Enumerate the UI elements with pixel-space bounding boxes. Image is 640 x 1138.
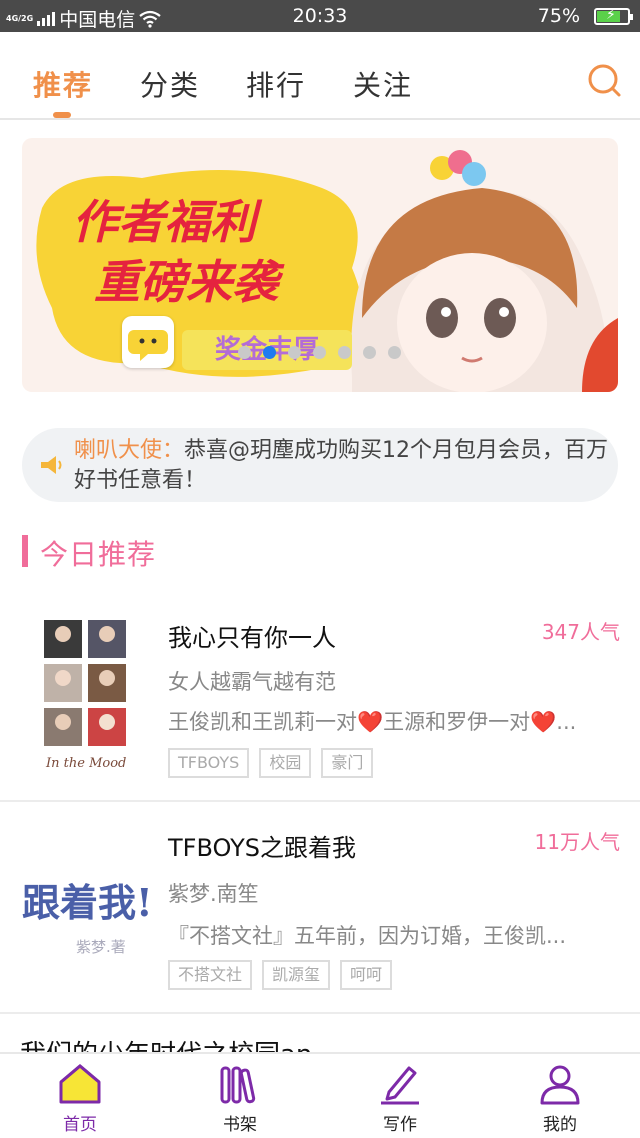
book-tags: 不搭文社 凯源玺 呵呵 xyxy=(168,960,393,990)
book-description: 『不搭文社』五年前，因为订婚，王俊凯... xyxy=(168,924,567,948)
cover-title: 跟着我! xyxy=(22,880,153,925)
carousel-dot[interactable] xyxy=(388,346,401,359)
app-logo-icon xyxy=(122,316,174,368)
book-author: 紫梦.南笙 xyxy=(168,882,259,906)
book-description: 王俊凯和王凯莉一对❤️王源和罗伊一对❤️... xyxy=(168,710,577,734)
announcement-text: 喇叭大使：恭喜@玥塵成功购买12个月包月会员，百万好书任意看！ xyxy=(74,436,610,496)
nav-home[interactable]: 首页 xyxy=(0,1054,160,1138)
book-card[interactable]: 跟着我! 紫梦.著 TFBOYS之跟着我 11万人气 紫梦.南笙 『不搭文社』五… xyxy=(0,804,640,1014)
megaphone-icon xyxy=(41,456,62,474)
book-cover-image: 跟着我! 紫梦.著 xyxy=(22,824,153,980)
home-icon xyxy=(59,1064,101,1104)
nav-label: 书架 xyxy=(223,1115,257,1135)
book-title: TFBOYS之跟着我 xyxy=(168,834,356,862)
carousel-dot[interactable] xyxy=(338,346,351,359)
book-cover-image xyxy=(44,620,126,746)
book-tags: TFBOYS 校园 豪门 xyxy=(168,748,374,778)
battery-percent: 75% xyxy=(537,5,580,27)
promo-banner[interactable]: 作者福利 重磅来袭 奖金丰厚 xyxy=(22,138,618,392)
book-title: 我心只有你一人 xyxy=(168,624,336,652)
book-tag[interactable]: TFBOYS xyxy=(168,748,250,778)
announcement-bar[interactable]: 喇叭大使：恭喜@玥塵成功购买12个月包月会员，百万好书任意看！ xyxy=(22,428,618,502)
status-bar: 4G/2G 中国电信 20:33 75% ⚡ xyxy=(0,0,640,32)
search-icon[interactable] xyxy=(586,62,624,100)
top-tab-bar: 推荐 分类 排行 关注 xyxy=(0,32,640,120)
book-tag[interactable]: 呵呵 xyxy=(340,960,393,990)
tab-ranking[interactable]: 排行 xyxy=(246,64,306,104)
charging-icon: ⚡ xyxy=(606,7,616,23)
nav-label: 首页 xyxy=(63,1115,97,1135)
bookshelf-icon xyxy=(220,1066,256,1104)
nav-label: 写作 xyxy=(383,1115,417,1135)
book-tag[interactable]: 校园 xyxy=(259,748,312,778)
battery-icon: ⚡ xyxy=(594,7,633,25)
book-popularity: 347人气 xyxy=(541,620,620,644)
book-card[interactable]: In the Mood 我心只有你一人 347人气 女人越霸气越有范 王俊凯和王… xyxy=(0,604,640,802)
section-accent-bar xyxy=(22,535,28,567)
book-author: 女人越霸气越有范 xyxy=(168,670,336,694)
nav-profile[interactable]: 我的 xyxy=(480,1054,640,1138)
carousel-dot[interactable] xyxy=(288,346,301,359)
pen-icon xyxy=(381,1066,419,1105)
carousel-dots[interactable] xyxy=(238,346,401,359)
cover-author: 紫梦.著 xyxy=(76,938,126,956)
book-tag[interactable]: 不搭文社 xyxy=(168,960,253,990)
banner-headline-1: 作者福利 xyxy=(72,195,256,249)
active-tab-indicator xyxy=(53,112,71,118)
carousel-dot[interactable] xyxy=(363,346,376,359)
carousel-dot[interactable] xyxy=(263,346,276,359)
book-tag[interactable]: 凯源玺 xyxy=(262,960,331,990)
nav-label: 我的 xyxy=(543,1115,577,1135)
cover-caption: In the Mood xyxy=(46,756,127,771)
carousel-dot[interactable] xyxy=(313,346,326,359)
nav-write[interactable]: 写作 xyxy=(320,1054,480,1138)
nav-bookshelf[interactable]: 书架 xyxy=(160,1054,320,1138)
book-popularity: 11万人气 xyxy=(534,830,620,854)
book-tag[interactable]: 豪门 xyxy=(321,748,374,778)
profile-icon xyxy=(540,1065,580,1105)
carousel-dot[interactable] xyxy=(238,346,251,359)
section-title: 今日推荐 xyxy=(40,538,157,571)
bottom-nav-bar: 首页 书架 写作 我的 xyxy=(0,1052,640,1138)
announcement-speaker: 喇叭大使： xyxy=(74,438,185,463)
tab-category[interactable]: 分类 xyxy=(140,64,200,104)
tab-recommend[interactable]: 推荐 xyxy=(33,64,93,104)
banner-headline-2: 重磅来袭 xyxy=(94,255,278,309)
tab-following[interactable]: 关注 xyxy=(353,64,413,104)
